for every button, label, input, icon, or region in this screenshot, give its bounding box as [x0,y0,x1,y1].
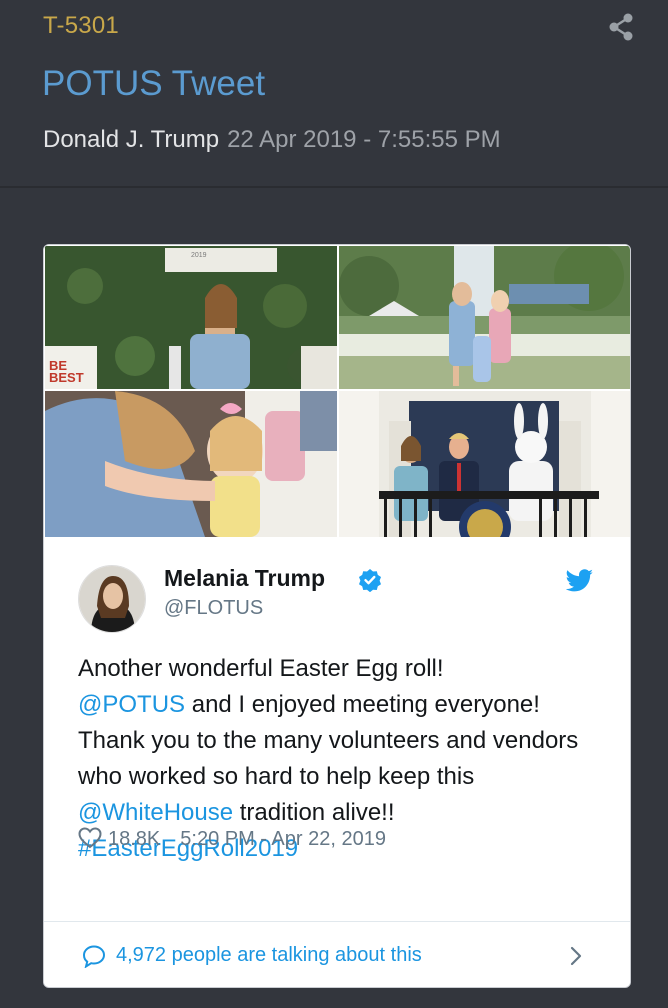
photo-1-year: 2019 [191,252,207,259]
tweet-handle[interactable]: @FLOTUS [164,597,263,620]
tweet-body: Melania Trump @FLOTUS Another wonderful … [44,537,630,921]
mention-potus-link[interactable]: @POTUS [78,691,185,718]
tweet-text-part-1: Another wonderful Easter Egg roll! [78,655,444,682]
info-icon[interactable] [589,264,631,389]
post-id: T-5301 [43,12,119,39]
twitter-bird-icon[interactable] [566,569,594,593]
tweet-author-name[interactable]: Melania Trump [164,565,325,592]
share-icon[interactable] [606,12,636,42]
photo-grid: 2019 BE BEST [44,245,631,537]
divider [0,186,668,188]
photo-3[interactable] [45,391,337,537]
post-meta: Donald J. Trump 22 Apr 2019 - 7:55:55 PM [43,126,501,154]
tweet-timestamp[interactable]: 5:20 PM - Apr 22, 2019 [180,828,386,850]
chevron-right-icon[interactable] [568,944,584,968]
comment-bubble-icon [82,945,106,968]
post-date: 22 Apr 2019 - 7:55:55 PM [227,126,501,153]
like-count: 18.8K [108,828,161,850]
photo-1[interactable]: 2019 BE BEST [45,246,337,389]
post-author[interactable]: Donald J. Trump [43,126,219,153]
photo-2[interactable] [339,246,631,389]
tweet-text-part-3: tradition alive!! [233,799,395,826]
verified-badge-icon [358,569,381,592]
photo-4[interactable] [339,391,630,537]
tweet-footer: 18.8K 5:20 PM - Apr 22, 2019 [78,827,386,851]
mention-whitehouse-link[interactable]: @WhiteHouse [78,799,233,826]
heart-icon[interactable] [78,827,102,849]
photo-1-sign: BE BEST [49,358,84,385]
avatar[interactable] [78,565,146,633]
tweet-card[interactable]: 2019 BE BEST Melania Trump @FLOTUS Anoth… [43,244,631,988]
conversation-bar[interactable]: 4,972 people are talking about this [44,921,630,987]
conversation-count[interactable]: 4,972 people are talking about this [116,944,422,967]
post-title[interactable]: POTUS Tweet [42,64,265,104]
